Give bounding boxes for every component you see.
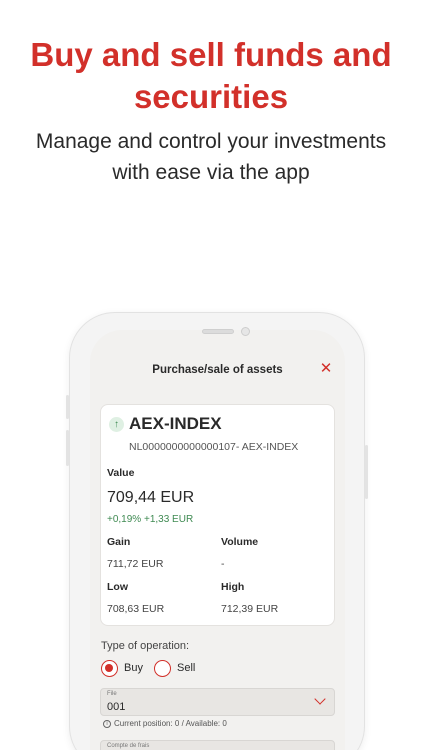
high-label: High: [221, 581, 245, 593]
phone-speaker: [202, 329, 234, 334]
low-label: Low: [107, 581, 128, 593]
phone-side-button: [66, 430, 69, 466]
info-icon: i: [103, 719, 111, 728]
subheadline: Manage and control your investments with…: [0, 126, 422, 188]
phone-side-button: [66, 395, 69, 419]
low-value: 708,63 EUR: [107, 603, 165, 615]
chevron-down-icon[interactable]: [314, 693, 326, 705]
gain-label: Gain: [107, 536, 131, 548]
headline-line-1: Buy and sell funds and: [30, 36, 392, 73]
fees-account-select[interactable]: Compte de frais: [100, 740, 335, 750]
fees-select-caption: Compte de frais: [107, 743, 150, 749]
asset-identifier: NL0000000000000107- AEX-INDEX: [129, 441, 299, 453]
value-label: Value: [107, 467, 135, 479]
phone-camera: [241, 327, 250, 336]
headline: Buy and sell funds and securities: [0, 34, 422, 118]
operation-type-label: Type of operation:: [101, 640, 190, 652]
file-select-caption: File: [107, 691, 117, 697]
file-select-value: 001: [107, 701, 126, 713]
value-change: +0,19% +1,33 EUR: [107, 514, 194, 525]
headline-line-2: securities: [133, 78, 289, 115]
high-value: 712,39 EUR: [221, 603, 279, 615]
radio-buy[interactable]: Buy: [101, 659, 143, 677]
volume-value: -: [221, 558, 225, 570]
radio-sell[interactable]: Sell: [154, 659, 195, 677]
subheadline-line-1: Manage and control your investments: [35, 130, 387, 153]
radio-buy-label: Buy: [124, 662, 143, 674]
gain-value: 711,72 EUR: [107, 558, 164, 570]
asset-name: AEX-INDEX: [129, 414, 222, 433]
position-text: Current position: 0 / Available: 0: [114, 719, 227, 728]
phone-side-button: [365, 445, 368, 499]
subheadline-line-2: with ease via the app: [112, 161, 310, 184]
radio-sell-label: Sell: [177, 662, 196, 674]
file-select[interactable]: File 001: [100, 688, 335, 716]
phone-screen: Purchase/sale of assets ✕ ↑ AEX-INDEX NL…: [90, 330, 345, 750]
volume-label: Volume: [221, 536, 259, 548]
close-icon[interactable]: ✕: [318, 361, 334, 377]
value-amount: 709,44 EUR: [107, 489, 195, 506]
arrow-up-icon: ↑: [109, 417, 124, 432]
modal-title: Purchase/sale of assets: [152, 364, 283, 376]
position-info: i Current position: 0 / Available: 0: [103, 719, 227, 728]
radio-sell-circle[interactable]: [154, 659, 171, 677]
radio-buy-circle[interactable]: [101, 659, 118, 677]
asset-card: ↑ AEX-INDEX NL0000000000000107- AEX-INDE…: [100, 404, 335, 626]
